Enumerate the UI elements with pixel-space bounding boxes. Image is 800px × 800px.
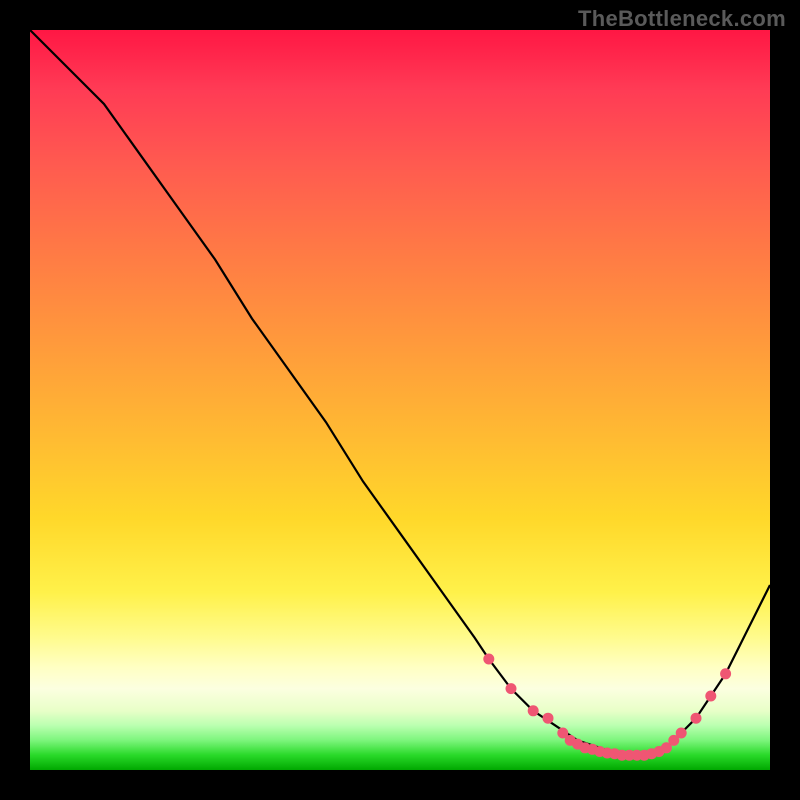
marker-group [483,654,731,761]
marker-dot [720,668,731,679]
marker-dot [506,683,517,694]
watermark-text: TheBottleneck.com [578,6,786,32]
marker-dot [483,654,494,665]
bottleneck-curve-path [30,30,770,755]
marker-dot [528,705,539,716]
marker-dot [705,691,716,702]
marker-dot [691,713,702,724]
chart-frame: TheBottleneck.com [0,0,800,800]
marker-dot [543,713,554,724]
marker-dot [676,728,687,739]
bottleneck-curve-svg [30,30,770,770]
plot-gradient-area [30,30,770,770]
